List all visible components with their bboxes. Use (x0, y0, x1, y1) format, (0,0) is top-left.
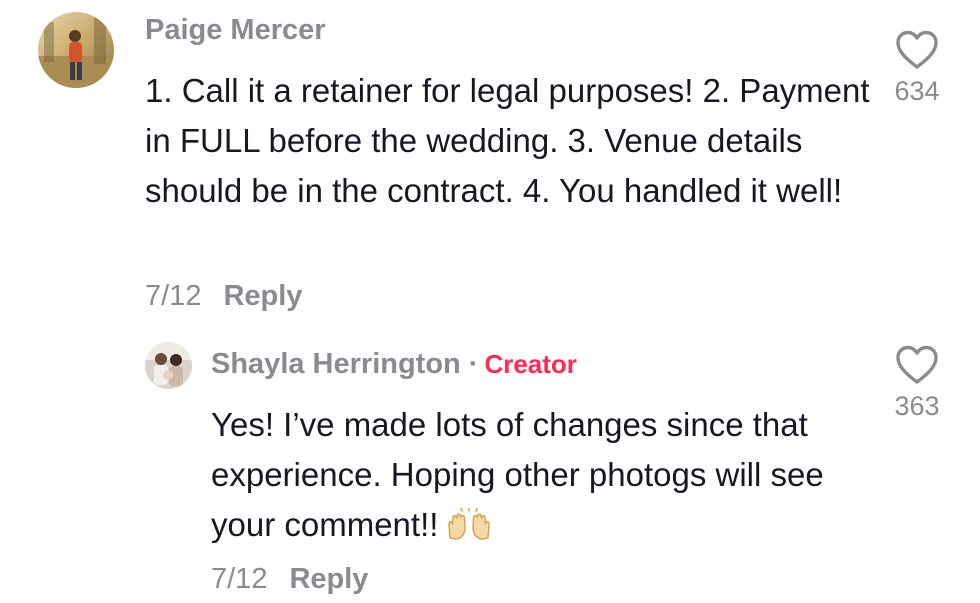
avatar[interactable] (38, 12, 114, 88)
comment-date: 7/12 (145, 280, 202, 312)
creator-badge: Creator (484, 349, 577, 379)
heart-outline-icon[interactable] (877, 345, 957, 385)
comment-text: 1. Call it a retainer for legal purposes… (145, 72, 870, 209)
like-count: 634 (894, 76, 940, 106)
like-button[interactable]: 363 (877, 345, 957, 422)
reply-date: 7/12 (211, 563, 268, 595)
comment-username[interactable]: Paige Mercer (145, 14, 326, 47)
like-count: 363 (894, 391, 940, 421)
heart-outline-icon[interactable] (877, 30, 957, 70)
like-button[interactable]: 634 (877, 30, 957, 107)
reply-meta: 7/12 Reply (211, 563, 368, 596)
reply-button[interactable]: Reply (223, 280, 302, 312)
reply-text-block: Yes! I’ve made lots of changes since tha… (211, 400, 861, 556)
comment-meta: 7/12 Reply (145, 280, 302, 313)
avatar[interactable] (145, 342, 192, 389)
separator-dot: · (468, 348, 479, 380)
reply-username[interactable]: Shayla Herrington (211, 348, 461, 380)
comment-item: Paige Mercer 1. Call it a retainer for l… (0, 0, 980, 330)
reply-text: Yes! I’ve made lots of changes since tha… (211, 406, 824, 543)
reply-username-row: Shayla Herrington · Creator (211, 348, 577, 381)
raising-hands-emoji-icon (444, 506, 494, 556)
reply-item: Shayla Herrington · Creator Yes! I’ve made… (0, 330, 980, 603)
reply-button[interactable]: Reply (289, 563, 368, 595)
